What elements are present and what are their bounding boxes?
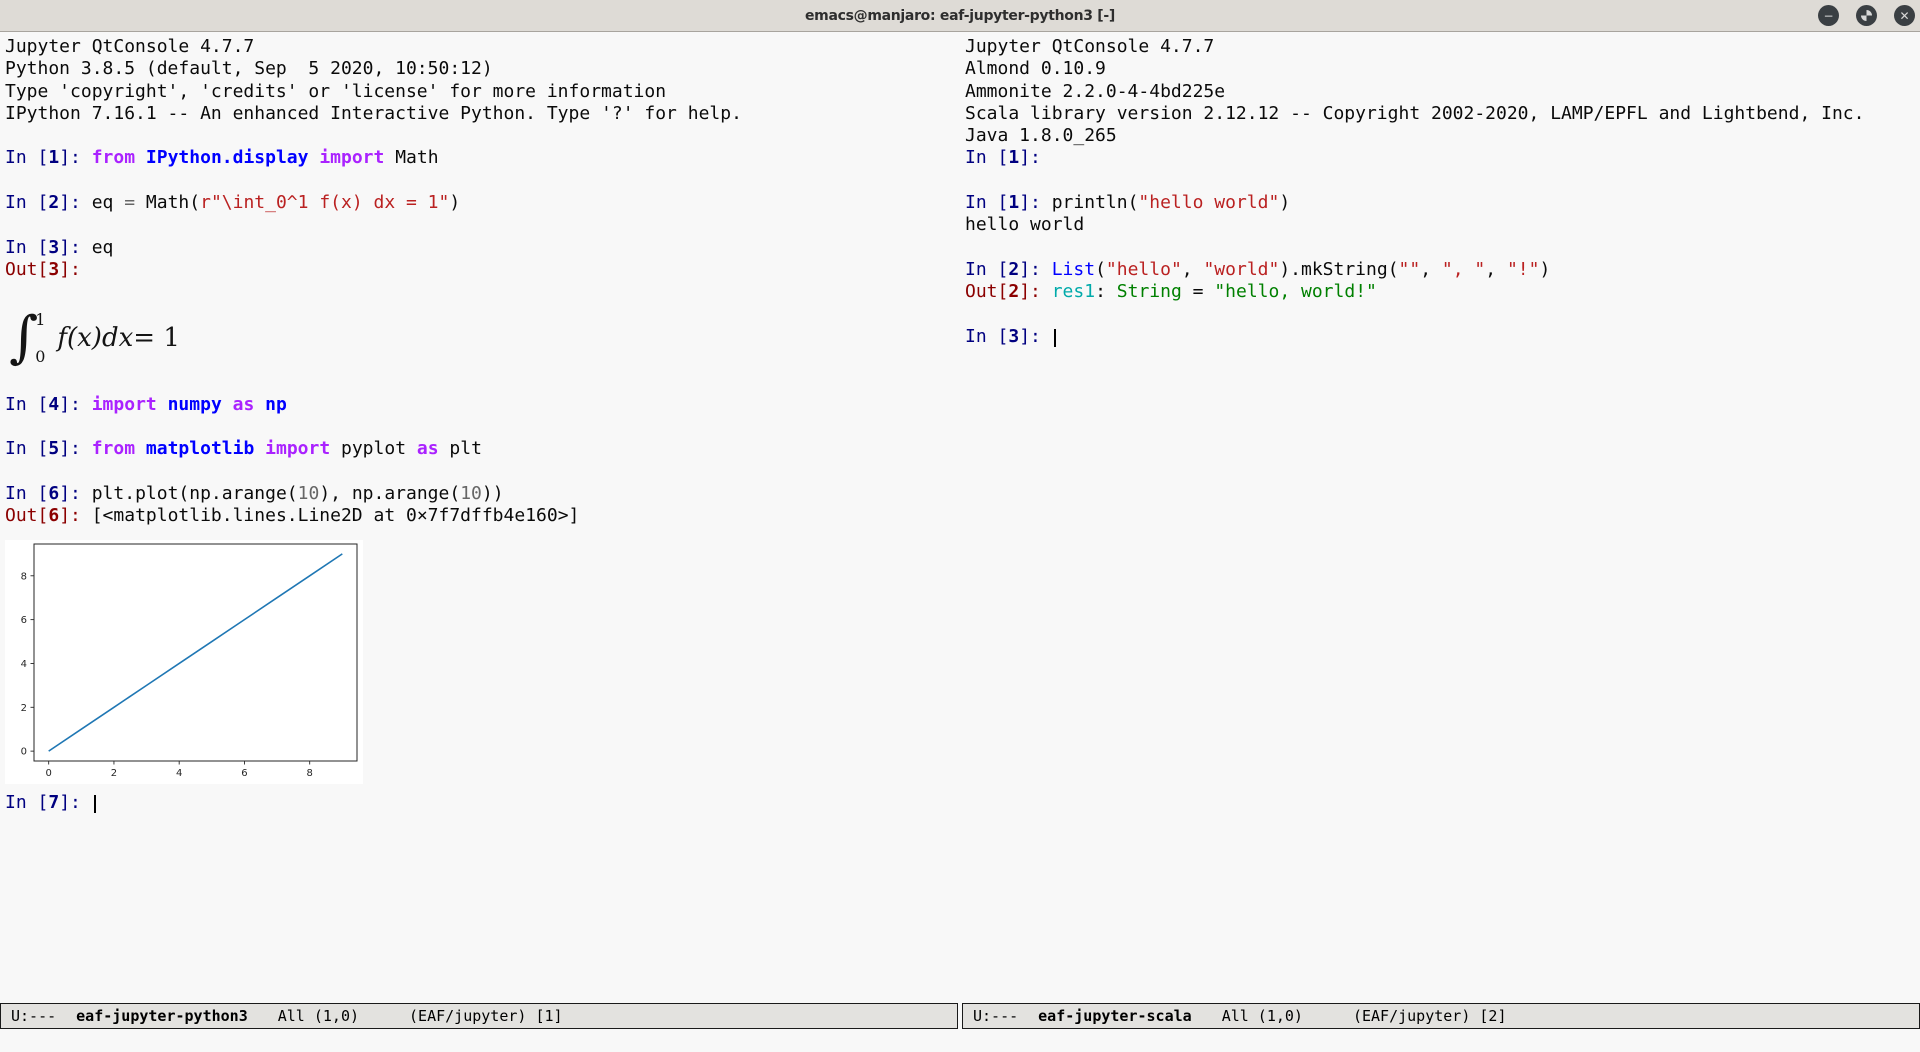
console-line: In [3]: <box>965 326 1920 348</box>
console-line: In [5]: from matplotlib import pyplot as… <box>5 438 960 460</box>
console-line <box>965 237 1920 259</box>
maximize-button[interactable] <box>1856 5 1877 26</box>
svg-text:4: 4 <box>21 659 27 670</box>
mode-line-row: U:--- eaf-jupyter-python3 All (1,0) (EAF… <box>0 1003 1920 1029</box>
text-cursor <box>94 795 96 813</box>
modeline-scala[interactable]: U:--- eaf-jupyter-scala All (1,0) (EAF/j… <box>962 1003 1920 1029</box>
window-controls: − ✕ <box>1818 5 1915 26</box>
equation-rhs: = 1 <box>133 323 180 353</box>
close-icon: ✕ <box>1899 10 1909 22</box>
console-line: In [2]: List("hello", "world").mkString(… <box>965 259 1920 281</box>
modeline-position: All (1,0) <box>1222 1007 1303 1025</box>
modeline-buffer-name: eaf-jupyter-scala <box>1038 1007 1192 1025</box>
console-line: In [1]: <box>965 147 1920 169</box>
svg-text:2: 2 <box>21 702 27 713</box>
console-line: hello world <box>965 214 1920 236</box>
window-title: emacs@manjaro: eaf-jupyter-python3 [-] <box>805 8 1115 24</box>
latex-equation-output: ∫ 1 0 f(x)dx = 1 <box>5 304 960 372</box>
modeline-major-mode: (EAF/jupyter) [1] <box>409 1007 563 1025</box>
jupyter-scala-console[interactable]: Jupyter QtConsole 4.7.7Almond 0.10.9Ammo… <box>960 32 1920 1003</box>
console-line: Scala library version 2.12.12 -- Copyrig… <box>965 103 1920 125</box>
console-line <box>5 281 960 303</box>
console-line <box>5 372 960 394</box>
equation-body: f(x)dx <box>57 323 133 353</box>
modeline-position: All (1,0) <box>278 1007 359 1025</box>
text-cursor <box>1054 329 1056 347</box>
minibuffer-echo-area[interactable] <box>0 1029 1920 1052</box>
console-line <box>5 125 960 147</box>
console-line: In [6]: plt.plot(np.arange(10), np.arang… <box>5 483 960 505</box>
svg-text:0: 0 <box>21 746 27 757</box>
console-line: Type 'copyright', 'credits' or 'license'… <box>5 81 960 103</box>
minimize-icon: − <box>1823 10 1833 22</box>
console-line: Out[2]: res1: String = "hello, world!" <box>965 281 1920 303</box>
console-line: In [4]: import numpy as np <box>5 394 960 416</box>
modeline-major-mode: (EAF/jupyter) [2] <box>1353 1007 1507 1025</box>
console-line: In [3]: eq <box>5 237 960 259</box>
minimize-button[interactable]: − <box>1818 5 1839 26</box>
maximize-icon <box>1861 10 1872 21</box>
svg-text:0: 0 <box>45 768 51 779</box>
console-line <box>965 170 1920 192</box>
svg-text:8: 8 <box>307 768 313 779</box>
console-line: Out[6]: [<matplotlib.lines.Line2D at 0×7… <box>5 505 960 527</box>
svg-text:6: 6 <box>21 615 27 626</box>
window-titlebar[interactable]: emacs@manjaro: eaf-jupyter-python3 [-] −… <box>0 0 1920 32</box>
console-line: Ammonite 2.2.0-4-4bd225e <box>965 81 1920 103</box>
close-button[interactable]: ✕ <box>1894 5 1915 26</box>
console-line: Almond 0.10.9 <box>965 58 1920 80</box>
svg-text:6: 6 <box>241 768 247 779</box>
console-line: Python 3.8.5 (default, Sep 5 2020, 10:50… <box>5 58 960 80</box>
svg-text:4: 4 <box>176 768 182 779</box>
console-line <box>5 461 960 483</box>
console-line <box>5 416 960 438</box>
integral-upper-limit: 1 <box>35 310 45 329</box>
console-line: In [7]: <box>5 792 960 814</box>
console-line: Java 1.8.0_265 <box>965 125 1920 147</box>
integral-lower-limit: 0 <box>35 347 45 366</box>
modeline-python[interactable]: U:--- eaf-jupyter-python3 All (1,0) (EAF… <box>0 1003 958 1029</box>
console-line: Out[3]: <box>5 259 960 281</box>
editor-frame: Jupyter QtConsole 4.7.7Python 3.8.5 (def… <box>0 32 1920 1003</box>
matplotlib-figure: 0 2 4 6 8 0 2 4 6 8 <box>5 540 363 784</box>
svg-text:8: 8 <box>21 571 27 582</box>
console-line <box>5 170 960 192</box>
svg-text:2: 2 <box>111 768 117 779</box>
console-line: In [1]: from IPython.display import Math <box>5 147 960 169</box>
console-line <box>965 304 1920 326</box>
console-line: In [2]: eq = Math(r"\int_0^1 f(x) dx = 1… <box>5 192 960 214</box>
modeline-state: U:--- <box>973 1007 1018 1025</box>
console-line: Jupyter QtConsole 4.7.7 <box>5 36 960 58</box>
modeline-buffer-name: eaf-jupyter-python3 <box>76 1007 248 1025</box>
integral-limits: 1 0 <box>35 310 45 366</box>
console-line: IPython 7.16.1 -- An enhanced Interactiv… <box>5 103 960 125</box>
modeline-state: U:--- <box>11 1007 56 1025</box>
jupyter-python-console[interactable]: Jupyter QtConsole 4.7.7Python 3.8.5 (def… <box>0 32 960 1003</box>
console-line: Jupyter QtConsole 4.7.7 <box>965 36 1920 58</box>
integral-glyph: ∫ <box>9 307 38 369</box>
console-line <box>5 214 960 236</box>
console-line: In [1]: println("hello world") <box>965 192 1920 214</box>
